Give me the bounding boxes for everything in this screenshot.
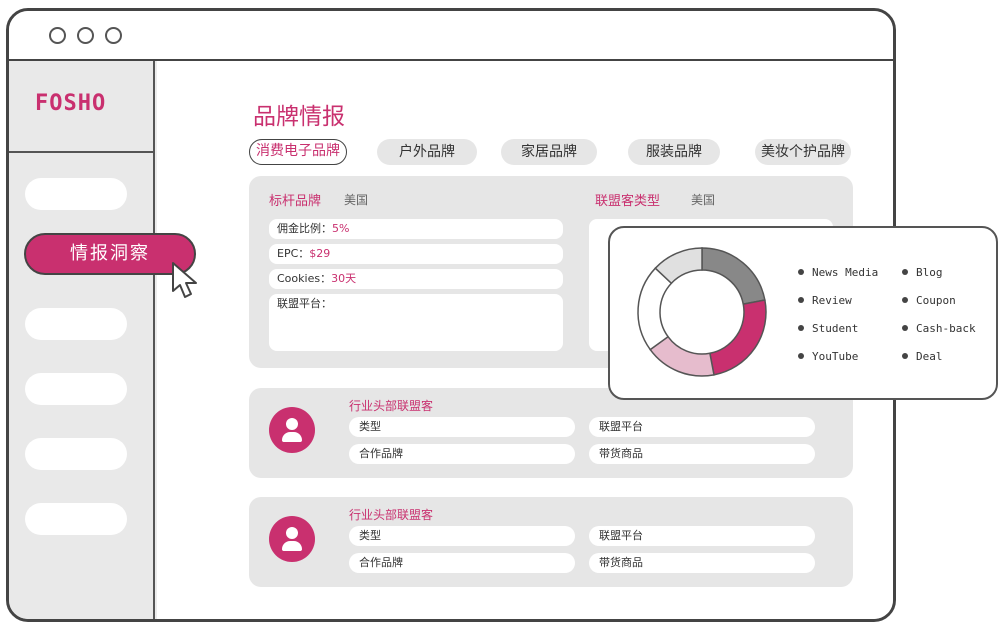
affiliate-type-chart-card: News Media Blog Review Coupon Student Cash-ba… bbox=[608, 226, 998, 400]
platform-field: 联盟平台： bbox=[269, 294, 563, 351]
legend-item: Deal bbox=[902, 350, 943, 363]
legend-bullet-icon bbox=[798, 297, 804, 303]
publisher-goods-field: 带货商品 bbox=[589, 553, 815, 573]
legend-bullet-icon bbox=[798, 269, 804, 275]
mouse-cursor-icon bbox=[172, 262, 197, 298]
tab-consumer-electronics[interactable]: 消费电子品牌 bbox=[249, 139, 347, 165]
window-titlebar bbox=[9, 11, 893, 61]
legend-bullet-icon bbox=[902, 353, 908, 359]
cookies-field: Cookies：30天 bbox=[269, 269, 563, 289]
page-title: 品牌情报 bbox=[253, 104, 345, 130]
legend-label: Review bbox=[812, 294, 852, 307]
affiliate-type-donut-chart bbox=[637, 247, 767, 377]
publisher-brands-field: 合作品牌 bbox=[349, 444, 575, 464]
donut-slice-2 bbox=[708, 299, 767, 376]
window-close-dot[interactable] bbox=[49, 27, 66, 44]
donut-slice-4 bbox=[637, 267, 673, 351]
window-minimize-dot[interactable] bbox=[77, 27, 94, 44]
legend-item: Cash-back bbox=[902, 322, 976, 335]
epc-field: EPC：$29 bbox=[269, 244, 563, 264]
publisher-card-1[interactable]: 行业头部联盟客 类型 联盟平台 合作品牌 带货商品 bbox=[249, 388, 853, 478]
sidebar: FOSHO bbox=[9, 61, 155, 619]
affiliate-type-region: 美国 bbox=[691, 193, 716, 207]
legend-bullet-icon bbox=[798, 353, 804, 359]
tab-outdoor[interactable]: 户外品牌 bbox=[377, 139, 477, 165]
legend-item: Blog bbox=[902, 266, 943, 279]
publisher-goods-field: 带货商品 bbox=[589, 444, 815, 464]
publisher-brands-field: 合作品牌 bbox=[349, 553, 575, 573]
app-logo: FOSHO bbox=[35, 91, 107, 116]
benchmark-region: 美国 bbox=[344, 193, 369, 207]
commission-field: 佣金比例：5% bbox=[269, 219, 563, 239]
sidebar-item-4[interactable] bbox=[25, 373, 127, 405]
avatar-icon bbox=[269, 516, 315, 562]
tab-beauty[interactable]: 美妆个护品牌 bbox=[755, 139, 851, 165]
publisher-platform-field: 联盟平台 bbox=[589, 417, 815, 437]
legend-label: Cash-back bbox=[916, 322, 976, 335]
publisher-card-2[interactable]: 行业头部联盟客 类型 联盟平台 合作品牌 带货商品 bbox=[249, 497, 853, 587]
legend-item: YouTube bbox=[798, 350, 858, 363]
legend-item: Review bbox=[798, 294, 852, 307]
sidebar-item-6[interactable] bbox=[25, 503, 127, 535]
sidebar-item-3[interactable] bbox=[25, 308, 127, 340]
legend-label: Blog bbox=[916, 266, 943, 279]
legend-bullet-icon bbox=[902, 269, 908, 275]
legend-bullet-icon bbox=[902, 325, 908, 331]
sidebar-divider bbox=[9, 151, 155, 153]
affiliate-type-label: 联盟客类型 bbox=[595, 194, 661, 209]
tab-home[interactable]: 家居品牌 bbox=[501, 139, 597, 165]
publisher-platform-field: 联盟平台 bbox=[589, 526, 815, 546]
legend-label: YouTube bbox=[812, 350, 859, 363]
legend-label: Deal bbox=[916, 350, 943, 363]
legend-bullet-icon bbox=[902, 297, 908, 303]
legend-item: Coupon bbox=[902, 294, 956, 307]
legend-label: Student bbox=[812, 322, 859, 335]
tab-apparel[interactable]: 服装品牌 bbox=[628, 139, 720, 165]
legend-bullet-icon bbox=[798, 325, 804, 331]
window-maximize-dot[interactable] bbox=[105, 27, 122, 44]
avatar-icon bbox=[269, 407, 315, 453]
publisher-type-field: 类型 bbox=[349, 417, 575, 437]
benchmark-brand-label: 标杆品牌 bbox=[269, 194, 322, 209]
publisher-type-field: 类型 bbox=[349, 526, 575, 546]
publisher-title: 行业头部联盟客 bbox=[349, 399, 434, 413]
publisher-title: 行业头部联盟客 bbox=[349, 508, 434, 522]
legend-label: News Media bbox=[812, 266, 879, 279]
legend-item: News Media bbox=[798, 266, 878, 279]
donut-slice-1 bbox=[701, 247, 766, 306]
sidebar-item-5[interactable] bbox=[25, 438, 127, 470]
sidebar-item-1[interactable] bbox=[25, 178, 127, 210]
legend-label: Coupon bbox=[916, 294, 956, 307]
legend-item: Student bbox=[798, 322, 858, 335]
